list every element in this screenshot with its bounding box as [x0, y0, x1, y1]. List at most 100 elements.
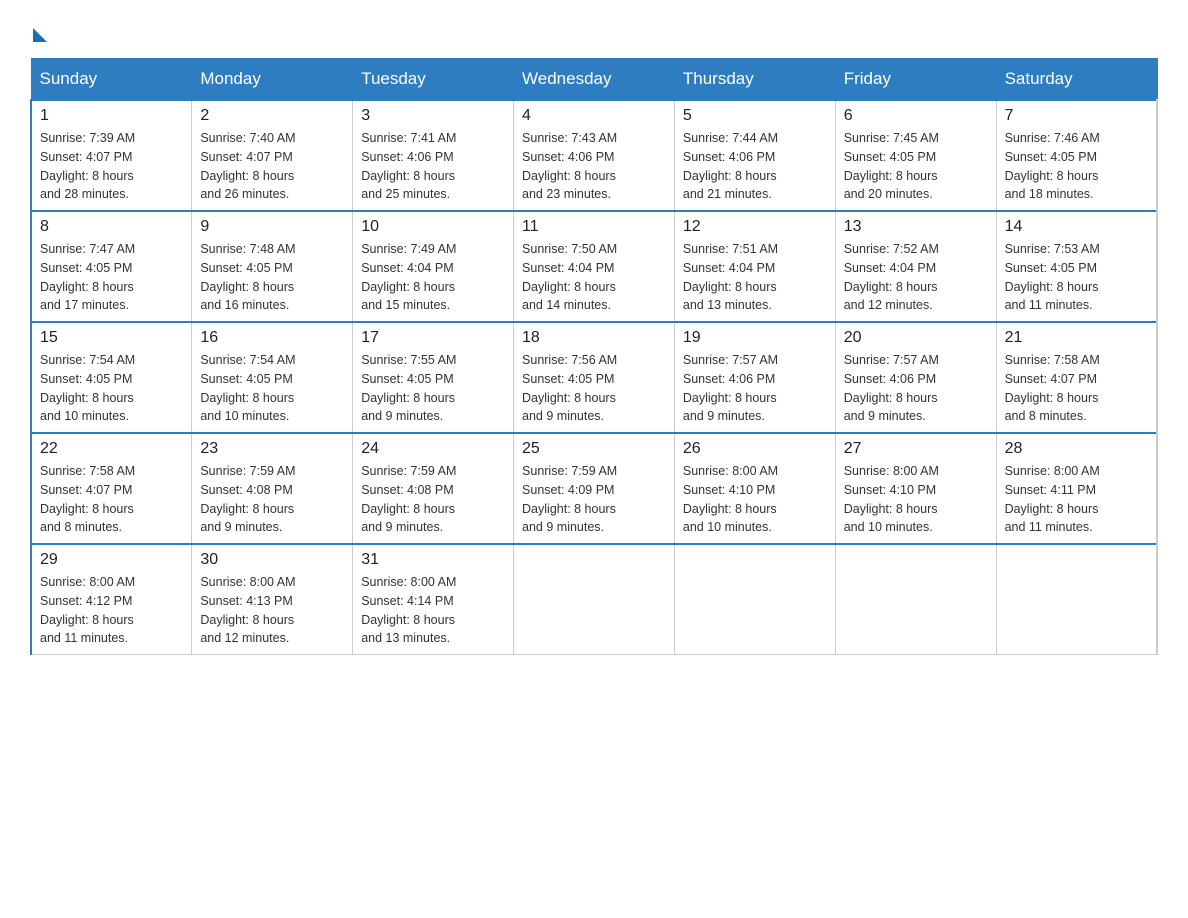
- day-number: 25: [522, 440, 666, 458]
- week-row-1: 1 Sunrise: 7:39 AM Sunset: 4:07 PM Dayli…: [31, 100, 1157, 211]
- calendar-cell: 14 Sunrise: 7:53 AM Sunset: 4:05 PM Dayl…: [996, 211, 1157, 322]
- day-info: Sunrise: 7:49 AM Sunset: 4:04 PM Dayligh…: [361, 240, 505, 315]
- day-info: Sunrise: 7:51 AM Sunset: 4:04 PM Dayligh…: [683, 240, 827, 315]
- day-info: Sunrise: 8:00 AM Sunset: 4:11 PM Dayligh…: [1005, 462, 1148, 537]
- day-number: 26: [683, 440, 827, 458]
- day-header-thursday: Thursday: [674, 59, 835, 101]
- day-number: 15: [40, 329, 183, 347]
- day-info: Sunrise: 7:47 AM Sunset: 4:05 PM Dayligh…: [40, 240, 183, 315]
- day-info: Sunrise: 7:41 AM Sunset: 4:06 PM Dayligh…: [361, 129, 505, 204]
- day-number: 19: [683, 329, 827, 347]
- day-info: Sunrise: 8:00 AM Sunset: 4:10 PM Dayligh…: [683, 462, 827, 537]
- calendar-cell: 28 Sunrise: 8:00 AM Sunset: 4:11 PM Dayl…: [996, 433, 1157, 544]
- day-number: 14: [1005, 218, 1148, 236]
- day-number: 22: [40, 440, 183, 458]
- day-number: 28: [1005, 440, 1148, 458]
- day-number: 13: [844, 218, 988, 236]
- day-number: 11: [522, 218, 666, 236]
- logo: [30, 20, 47, 38]
- calendar-cell: 30 Sunrise: 8:00 AM Sunset: 4:13 PM Dayl…: [192, 544, 353, 655]
- day-number: 30: [200, 551, 344, 569]
- day-number: 23: [200, 440, 344, 458]
- days-header-row: SundayMondayTuesdayWednesdayThursdayFrid…: [31, 59, 1157, 101]
- day-number: 8: [40, 218, 183, 236]
- day-number: 17: [361, 329, 505, 347]
- calendar-cell: 11 Sunrise: 7:50 AM Sunset: 4:04 PM Dayl…: [514, 211, 675, 322]
- day-info: Sunrise: 8:00 AM Sunset: 4:14 PM Dayligh…: [361, 573, 505, 648]
- day-header-sunday: Sunday: [31, 59, 192, 101]
- day-number: 5: [683, 107, 827, 125]
- day-header-tuesday: Tuesday: [353, 59, 514, 101]
- day-number: 6: [844, 107, 988, 125]
- day-header-wednesday: Wednesday: [514, 59, 675, 101]
- calendar-cell: 3 Sunrise: 7:41 AM Sunset: 4:06 PM Dayli…: [353, 100, 514, 211]
- calendar-cell: [514, 544, 675, 655]
- calendar-cell: 12 Sunrise: 7:51 AM Sunset: 4:04 PM Dayl…: [674, 211, 835, 322]
- calendar-cell: 17 Sunrise: 7:55 AM Sunset: 4:05 PM Dayl…: [353, 322, 514, 433]
- day-info: Sunrise: 8:00 AM Sunset: 4:13 PM Dayligh…: [200, 573, 344, 648]
- day-header-friday: Friday: [835, 59, 996, 101]
- day-info: Sunrise: 7:55 AM Sunset: 4:05 PM Dayligh…: [361, 351, 505, 426]
- calendar-cell: 22 Sunrise: 7:58 AM Sunset: 4:07 PM Dayl…: [31, 433, 192, 544]
- day-info: Sunrise: 7:59 AM Sunset: 4:08 PM Dayligh…: [361, 462, 505, 537]
- calendar-cell: 29 Sunrise: 8:00 AM Sunset: 4:12 PM Dayl…: [31, 544, 192, 655]
- calendar-cell: 18 Sunrise: 7:56 AM Sunset: 4:05 PM Dayl…: [514, 322, 675, 433]
- day-number: 24: [361, 440, 505, 458]
- day-info: Sunrise: 7:39 AM Sunset: 4:07 PM Dayligh…: [40, 129, 183, 204]
- calendar-cell: 19 Sunrise: 7:57 AM Sunset: 4:06 PM Dayl…: [674, 322, 835, 433]
- day-info: Sunrise: 7:50 AM Sunset: 4:04 PM Dayligh…: [522, 240, 666, 315]
- calendar-cell: [674, 544, 835, 655]
- calendar-cell: 9 Sunrise: 7:48 AM Sunset: 4:05 PM Dayli…: [192, 211, 353, 322]
- week-row-5: 29 Sunrise: 8:00 AM Sunset: 4:12 PM Dayl…: [31, 544, 1157, 655]
- calendar-cell: 31 Sunrise: 8:00 AM Sunset: 4:14 PM Dayl…: [353, 544, 514, 655]
- calendar-cell: 20 Sunrise: 7:57 AM Sunset: 4:06 PM Dayl…: [835, 322, 996, 433]
- day-number: 31: [361, 551, 505, 569]
- week-row-3: 15 Sunrise: 7:54 AM Sunset: 4:05 PM Dayl…: [31, 322, 1157, 433]
- calendar-cell: [835, 544, 996, 655]
- day-info: Sunrise: 7:59 AM Sunset: 4:08 PM Dayligh…: [200, 462, 344, 537]
- calendar-cell: 24 Sunrise: 7:59 AM Sunset: 4:08 PM Dayl…: [353, 433, 514, 544]
- day-info: Sunrise: 7:44 AM Sunset: 4:06 PM Dayligh…: [683, 129, 827, 204]
- calendar-cell: 16 Sunrise: 7:54 AM Sunset: 4:05 PM Dayl…: [192, 322, 353, 433]
- calendar-cell: 8 Sunrise: 7:47 AM Sunset: 4:05 PM Dayli…: [31, 211, 192, 322]
- page-header: [30, 20, 1158, 38]
- day-number: 29: [40, 551, 183, 569]
- day-number: 3: [361, 107, 505, 125]
- day-number: 16: [200, 329, 344, 347]
- calendar-cell: 25 Sunrise: 7:59 AM Sunset: 4:09 PM Dayl…: [514, 433, 675, 544]
- day-info: Sunrise: 8:00 AM Sunset: 4:10 PM Dayligh…: [844, 462, 988, 537]
- day-info: Sunrise: 7:56 AM Sunset: 4:05 PM Dayligh…: [522, 351, 666, 426]
- day-number: 10: [361, 218, 505, 236]
- calendar-table: SundayMondayTuesdayWednesdayThursdayFrid…: [30, 58, 1158, 655]
- day-number: 9: [200, 218, 344, 236]
- day-info: Sunrise: 7:58 AM Sunset: 4:07 PM Dayligh…: [1005, 351, 1148, 426]
- day-number: 7: [1005, 107, 1148, 125]
- day-info: Sunrise: 7:48 AM Sunset: 4:05 PM Dayligh…: [200, 240, 344, 315]
- calendar-cell: 2 Sunrise: 7:40 AM Sunset: 4:07 PM Dayli…: [192, 100, 353, 211]
- calendar-cell: 6 Sunrise: 7:45 AM Sunset: 4:05 PM Dayli…: [835, 100, 996, 211]
- day-info: Sunrise: 7:59 AM Sunset: 4:09 PM Dayligh…: [522, 462, 666, 537]
- day-info: Sunrise: 8:00 AM Sunset: 4:12 PM Dayligh…: [40, 573, 183, 648]
- day-number: 2: [200, 107, 344, 125]
- calendar-cell: 10 Sunrise: 7:49 AM Sunset: 4:04 PM Dayl…: [353, 211, 514, 322]
- day-info: Sunrise: 7:58 AM Sunset: 4:07 PM Dayligh…: [40, 462, 183, 537]
- week-row-4: 22 Sunrise: 7:58 AM Sunset: 4:07 PM Dayl…: [31, 433, 1157, 544]
- day-info: Sunrise: 7:54 AM Sunset: 4:05 PM Dayligh…: [40, 351, 183, 426]
- day-info: Sunrise: 7:43 AM Sunset: 4:06 PM Dayligh…: [522, 129, 666, 204]
- day-info: Sunrise: 7:46 AM Sunset: 4:05 PM Dayligh…: [1005, 129, 1148, 204]
- day-number: 27: [844, 440, 988, 458]
- calendar-cell: 27 Sunrise: 8:00 AM Sunset: 4:10 PM Dayl…: [835, 433, 996, 544]
- day-info: Sunrise: 7:53 AM Sunset: 4:05 PM Dayligh…: [1005, 240, 1148, 315]
- calendar-cell: 15 Sunrise: 7:54 AM Sunset: 4:05 PM Dayl…: [31, 322, 192, 433]
- calendar-cell: [996, 544, 1157, 655]
- calendar-cell: 26 Sunrise: 8:00 AM Sunset: 4:10 PM Dayl…: [674, 433, 835, 544]
- day-info: Sunrise: 7:54 AM Sunset: 4:05 PM Dayligh…: [200, 351, 344, 426]
- day-info: Sunrise: 7:57 AM Sunset: 4:06 PM Dayligh…: [683, 351, 827, 426]
- day-header-monday: Monday: [192, 59, 353, 101]
- logo-top: [30, 20, 47, 42]
- day-number: 4: [522, 107, 666, 125]
- calendar-cell: 1 Sunrise: 7:39 AM Sunset: 4:07 PM Dayli…: [31, 100, 192, 211]
- calendar-cell: 21 Sunrise: 7:58 AM Sunset: 4:07 PM Dayl…: [996, 322, 1157, 433]
- calendar-cell: 7 Sunrise: 7:46 AM Sunset: 4:05 PM Dayli…: [996, 100, 1157, 211]
- day-info: Sunrise: 7:57 AM Sunset: 4:06 PM Dayligh…: [844, 351, 988, 426]
